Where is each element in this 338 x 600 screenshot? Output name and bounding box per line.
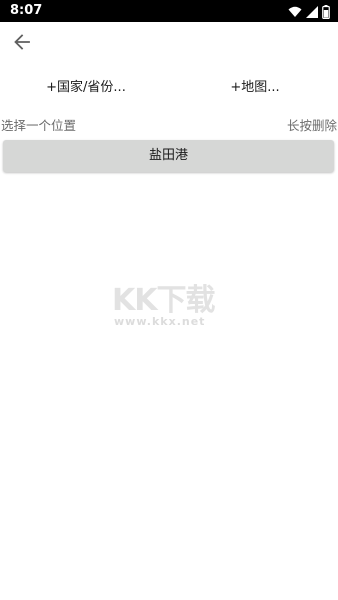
- long-press-delete-hint: 长按删除: [286, 118, 337, 133]
- add-actions-row: +国家/省份... +地图...: [0, 76, 338, 100]
- status-time: 8:07: [10, 3, 43, 18]
- select-location-hint: 选择一个位置: [1, 118, 77, 133]
- status-icons: [288, 4, 330, 20]
- signal-icon: [306, 4, 318, 18]
- back-button[interactable]: [8, 30, 36, 58]
- arrow-left-icon: [13, 33, 31, 55]
- hint-row: 选择一个位置 长按删除: [0, 116, 338, 136]
- watermark-logo: KK下载: [112, 283, 215, 318]
- battery-icon: [322, 4, 330, 20]
- watermark-url: www.kkx.net: [114, 315, 206, 328]
- add-map-button[interactable]: +地图...: [222, 76, 288, 100]
- watermark: KK下载 www.kkx.net: [112, 275, 232, 335]
- add-country-button[interactable]: +国家/省份...: [36, 76, 136, 100]
- location-item[interactable]: 盐田港: [3, 140, 334, 172]
- status-bar: 8:07: [0, 0, 338, 22]
- wifi-icon: [288, 4, 302, 18]
